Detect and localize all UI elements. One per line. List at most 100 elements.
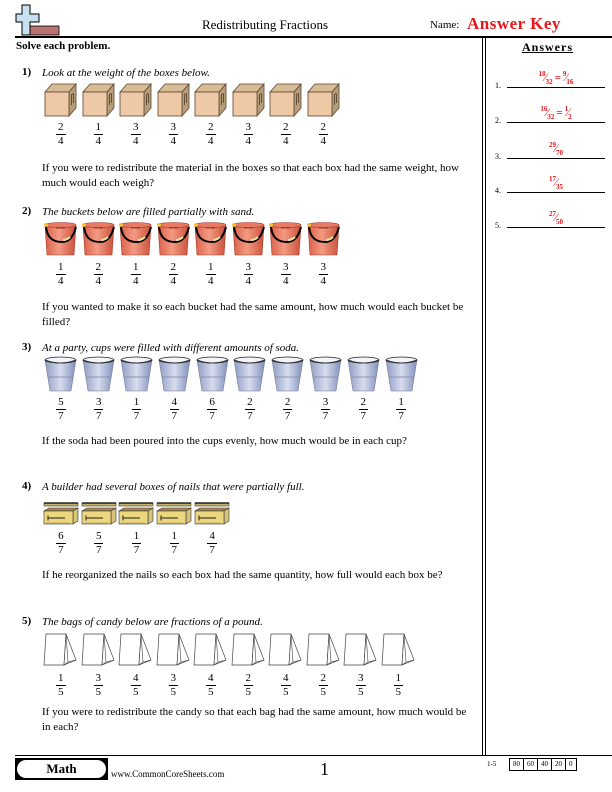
denominator: 7 <box>95 544 102 556</box>
problem-item: 67 <box>42 502 80 556</box>
denominator: 5 <box>133 686 139 698</box>
numerator: 1 <box>131 530 142 544</box>
answer-number: 1. <box>495 81 501 90</box>
numerator: 3 <box>356 672 366 686</box>
fraction: 25 <box>318 673 328 698</box>
numerator: 4 <box>131 672 141 686</box>
subject-label: Math <box>17 760 106 778</box>
denominator: 7 <box>209 544 215 556</box>
cup-icon <box>309 356 342 392</box>
problem-question: If he reorganized the nails so each box … <box>42 569 443 581</box>
fraction: 14 <box>131 262 141 287</box>
numerator: 1 <box>56 672 66 686</box>
problem-item: 27 <box>269 356 307 422</box>
answer-denominator: 32 <box>545 78 553 86</box>
numerator: 3 <box>318 261 328 275</box>
answer-row: 3. 29⁄70 <box>495 139 605 161</box>
bucket-icon <box>81 221 116 257</box>
cardboard-box-icon <box>231 83 265 117</box>
denominator: 5 <box>395 686 402 698</box>
answer-value: 27⁄50 <box>507 210 605 226</box>
numerator: 3 <box>131 121 141 135</box>
problem-item: 24 <box>42 83 80 147</box>
cardboard-box-icon <box>119 83 153 117</box>
cup-icon <box>44 356 77 392</box>
candy-bag-icon <box>156 632 191 668</box>
numerator: 1 <box>393 672 403 686</box>
denominator: 4 <box>58 135 64 147</box>
numerator: 3 <box>243 261 253 275</box>
fraction: 17 <box>131 397 142 422</box>
problem-item: 14 <box>192 221 230 287</box>
bucket-icon <box>231 221 266 257</box>
denominator: 7 <box>95 410 102 422</box>
answer-value: 18⁄32 = 9⁄16 <box>507 70 605 86</box>
numerator: 2 <box>282 396 293 410</box>
cup-icon <box>158 356 191 392</box>
numerator: 2 <box>93 261 103 275</box>
denominator: 7 <box>171 410 178 422</box>
fraction: 17 <box>131 530 142 556</box>
numerator: 1 <box>93 121 103 135</box>
fraction: 34 <box>243 122 253 147</box>
problem-item: 14 <box>117 221 155 287</box>
problem-item: 37 <box>307 356 345 422</box>
candy-bag-icon <box>306 632 341 668</box>
fraction: 37 <box>320 396 331 422</box>
problem-1: 1) Look at the weight of the boxes below.… <box>0 66 482 196</box>
denominator: 7 <box>360 410 367 422</box>
fraction: 57 <box>56 397 66 422</box>
problem-item: 45 <box>192 632 230 698</box>
numerator: 3 <box>281 261 291 275</box>
cup-icon <box>196 356 229 392</box>
problem-item: 47 <box>193 502 231 556</box>
candy-bag-icon <box>231 632 266 668</box>
denominator: 4 <box>95 275 102 287</box>
problem-3: 3) At a party, cups were filled with diff… <box>0 341 482 471</box>
denominator: 4 <box>320 135 327 147</box>
subject-badge: Math <box>15 758 108 780</box>
score-range-label: 1-5 <box>487 760 497 768</box>
denominator: 7 <box>247 410 253 422</box>
numerator: 4 <box>169 396 180 410</box>
score-table: 80 60 40 20 0 <box>509 758 577 771</box>
numerator: 1 <box>56 261 66 275</box>
bucket-icon <box>193 221 228 257</box>
answer-number: 3. <box>495 152 501 161</box>
denominator: 4 <box>208 275 214 287</box>
fraction: 15 <box>393 672 403 698</box>
fraction: 45 <box>206 673 216 698</box>
cardboard-box-icon <box>306 83 340 117</box>
problem-item: 47 <box>155 356 193 422</box>
problem-item: 14 <box>80 83 118 147</box>
site-url: www.CommonCoreSheets.com <box>111 769 225 779</box>
score-cell: 20 <box>551 759 565 770</box>
answer-value: 16⁄32 = 1⁄2 <box>507 105 605 121</box>
numerator: 2 <box>358 396 369 410</box>
answer-line <box>507 192 605 193</box>
problem-item: 15 <box>380 632 418 698</box>
numerator: 2 <box>56 121 66 135</box>
problem-item: 17 <box>382 356 420 422</box>
score-cell: 0 <box>565 759 576 770</box>
answer-denominator: 32 <box>547 113 555 121</box>
score-cell: 60 <box>523 759 537 770</box>
cardboard-box-icon <box>81 83 115 117</box>
problem-number: 3) <box>22 341 32 353</box>
cup-icon <box>271 356 304 392</box>
problem-2: 2) The buckets below are filled partially… <box>0 205 482 335</box>
denominator: 4 <box>320 275 327 287</box>
numerator: 2 <box>243 672 253 686</box>
instructions: Solve each problem. <box>16 40 111 52</box>
problem-intro: The buckets below are filled partially w… <box>42 206 255 218</box>
denominator: 4 <box>133 135 139 147</box>
problem-item: 15 <box>42 632 80 698</box>
fraction: 24 <box>168 262 178 287</box>
denominator: 7 <box>398 410 404 422</box>
numerator: 3 <box>320 396 331 410</box>
denominator: 7 <box>284 410 291 422</box>
numerator: 6 <box>207 396 217 410</box>
cup-icon <box>385 356 418 392</box>
denominator: 4 <box>133 275 139 287</box>
bucket-icon <box>306 221 341 257</box>
